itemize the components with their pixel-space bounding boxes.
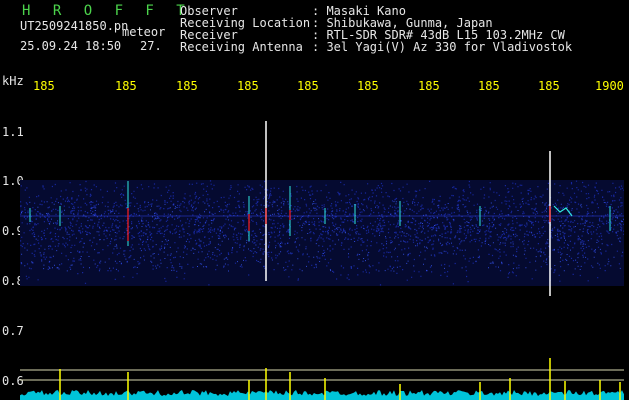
x-tick-label: 185 (478, 79, 500, 93)
datetime: 25.09.24 18:50 (20, 39, 122, 53)
app-title: H R O F F T (22, 3, 192, 19)
label-antenna: Receiving Antenna (180, 40, 303, 54)
x-tick-label: 185 (33, 79, 55, 93)
x-tick-label: 185 (297, 79, 319, 93)
x-tick-label: 185 (176, 79, 198, 93)
file-name: UT2509241850.pn (20, 19, 129, 33)
x-tick-label: 185 (357, 79, 379, 93)
value-antenna: : 3el Yagi(V) Az 330 for Vladivostok (312, 40, 573, 54)
x-tick-label: 1900 (595, 79, 624, 93)
x-tick-label: 185 (418, 79, 440, 93)
x-tick-label: 185 (237, 79, 259, 93)
type-label: meteor (122, 25, 166, 39)
spectrogram-plot (20, 121, 624, 400)
noise-band-bg (20, 180, 624, 286)
y-unit-label: kHz (2, 74, 24, 88)
x-tick-label: 185 (538, 79, 560, 93)
level-trace (20, 390, 624, 400)
detection-count: 27. (140, 39, 162, 53)
x-tick-label: 185 (115, 79, 137, 93)
